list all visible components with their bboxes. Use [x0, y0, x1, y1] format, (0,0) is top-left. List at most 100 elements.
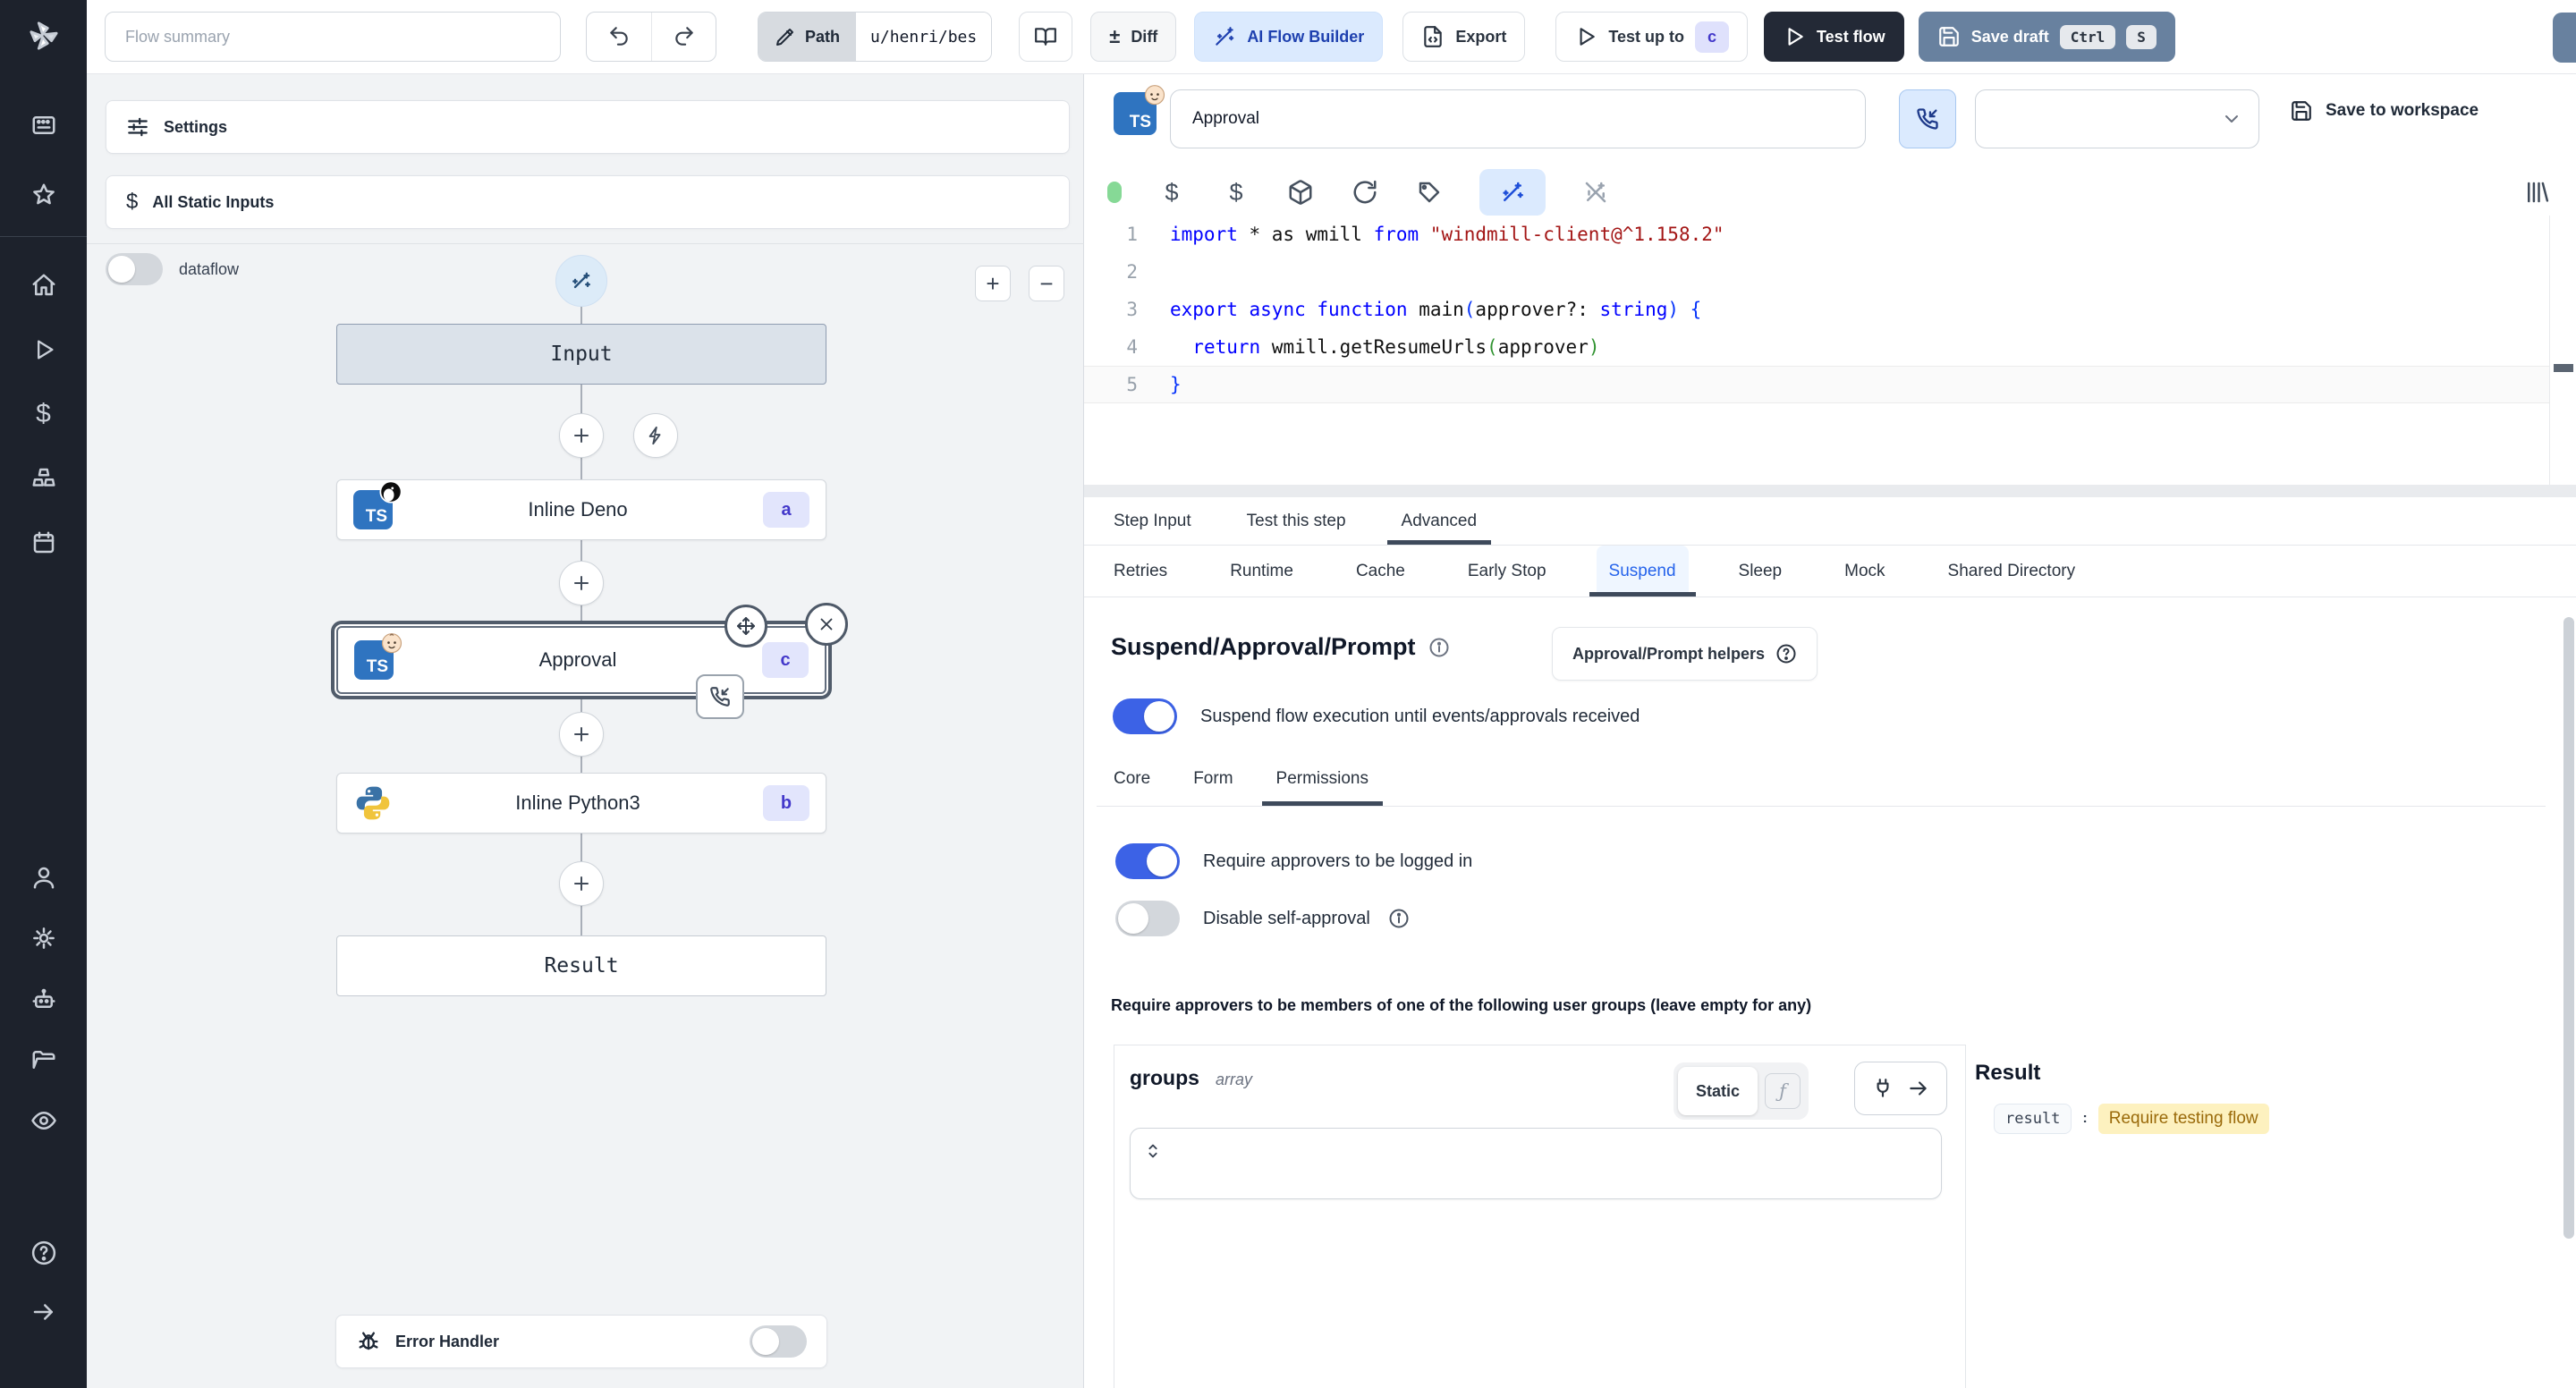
flow-node-inline-deno[interactable]: TS Inline Deno a [336, 479, 826, 540]
add-step-button[interactable] [559, 413, 604, 458]
ai-flow-builder-button[interactable]: AI Flow Builder [1194, 12, 1384, 62]
tab-advanced[interactable]: Advanced [1386, 497, 1491, 545]
undo-button[interactable] [587, 13, 651, 61]
flow-summary-input[interactable] [105, 12, 561, 62]
zoom-in-button[interactable]: + [975, 266, 1011, 301]
code-line[interactable]: 2 [1084, 253, 2549, 291]
folders-icon[interactable] [26, 1042, 62, 1078]
static-mode-button[interactable]: Static [1678, 1067, 1758, 1115]
workers-robot-icon[interactable] [26, 981, 62, 1017]
connect-input-button[interactable] [1854, 1062, 1947, 1115]
docs-book-button[interactable] [1019, 12, 1073, 62]
tab-cache[interactable]: Cache [1343, 546, 1418, 597]
favorites-star-icon[interactable] [26, 177, 62, 213]
windmill-logo[interactable] [22, 14, 65, 57]
code-line[interactable]: 1 import * as wmill from "windmill-client… [1084, 216, 2549, 253]
panel-resize-handle[interactable] [1084, 485, 2576, 497]
apps-icon[interactable] [26, 107, 62, 143]
export-button[interactable]: Export [1402, 12, 1526, 62]
save-draft-button[interactable]: Save draft Ctrl S [1918, 12, 2175, 62]
tab-step-input[interactable]: Step Input [1114, 497, 1191, 545]
test-up-to-button[interactable]: Test up to c [1555, 12, 1749, 62]
code-line[interactable]: 3 export async function main(approver?: s… [1084, 291, 2549, 328]
scrollbar-thumb[interactable] [2563, 617, 2574, 1239]
tab-permissions[interactable]: Permissions [1261, 751, 1384, 806]
tab-suspend[interactable]: Suspend [1589, 546, 1696, 597]
groups-array-input[interactable] [1130, 1128, 1942, 1199]
package-icon[interactable] [1286, 178, 1315, 207]
path-button[interactable]: Path u/henri/bes [758, 12, 993, 62]
error-handler-toggle[interactable] [750, 1325, 807, 1358]
function-mode-button[interactable]: ƒ [1765, 1073, 1801, 1109]
home-icon[interactable] [26, 267, 62, 303]
ai-assistant-wand-button[interactable] [555, 255, 607, 307]
redo-button[interactable] [651, 13, 716, 61]
collapse-chevrons-icon[interactable] [1143, 1141, 1163, 1161]
resources-dollar-icon[interactable]: $ [1222, 178, 1250, 207]
runs-play-icon[interactable] [26, 332, 62, 368]
info-icon[interactable] [1388, 908, 1410, 929]
tab-early-stop[interactable]: Early Stop [1455, 546, 1559, 597]
delete-step-button[interactable] [805, 603, 848, 646]
test-flow-button[interactable]: Test flow [1764, 12, 1904, 62]
suspend-phone-badge [696, 674, 744, 719]
add-step-button[interactable] [559, 861, 604, 906]
ai-wand-active-button[interactable] [1479, 169, 1546, 216]
library-icon[interactable] [2522, 178, 2551, 207]
flow-node-input[interactable]: Input [336, 324, 826, 385]
tab-form[interactable]: Form [1193, 751, 1233, 806]
code-line[interactable]: 4 return wmill.getResumeUrls(approver) [1084, 328, 2549, 366]
suspend-flow-toggle[interactable] [1113, 698, 1177, 734]
diff-button[interactable]: ± Diff [1090, 12, 1177, 62]
code-line[interactable]: 5} [1084, 366, 2549, 403]
script-version-select[interactable] [1975, 89, 2259, 148]
tab-core[interactable]: Core [1114, 751, 1150, 806]
step-id-badge: c [762, 642, 809, 678]
info-icon[interactable] [1428, 637, 1450, 658]
resources-cubes-icon[interactable] [26, 461, 62, 496]
disable-self-approval-toggle[interactable] [1115, 901, 1180, 936]
all-static-inputs-button[interactable]: $ All Static Inputs [106, 175, 1070, 229]
step-name-input[interactable] [1170, 89, 1866, 148]
move-step-button[interactable] [724, 605, 767, 647]
tab-runtime[interactable]: Runtime [1217, 546, 1306, 597]
groups-result-divider [1965, 1045, 1966, 1388]
require-login-toggle[interactable] [1115, 843, 1180, 879]
variables-dollar-icon[interactable]: $ [26, 396, 62, 432]
code-editor[interactable]: 1 import * as wmill from "windmill-client… [1084, 216, 2549, 485]
windmill-flow-editor: $ Flow summary Path u/henri/bes ± Diff A… [0, 0, 2576, 1388]
save-to-workspace-button[interactable]: Save to workspace [2290, 99, 2479, 123]
add-step-button[interactable] [559, 561, 604, 605]
plus-icon [574, 727, 589, 741]
add-trigger-button[interactable] [633, 413, 678, 458]
tag-icon[interactable] [1415, 178, 1444, 207]
settings-gear-icon[interactable] [26, 920, 62, 956]
expand-sidebar-arrow-icon[interactable] [26, 1294, 62, 1330]
flow-node-approval-selected[interactable]: TS Approval c [336, 603, 848, 719]
tab-shared-directory[interactable]: Shared Directory [1936, 546, 2089, 597]
node-label: Inline Deno [528, 498, 628, 520]
flow-settings-button[interactable]: Settings [106, 100, 1070, 154]
error-handler-card[interactable]: Error Handler [335, 1315, 827, 1368]
editor-overview-ruler[interactable] [2549, 216, 2576, 485]
zoom-out-button[interactable]: − [1029, 266, 1064, 301]
approval-prompt-helpers-button[interactable]: Approval/Prompt helpers [1552, 627, 1818, 681]
path-value: u/henri/bes [856, 13, 992, 61]
variables-dollar-icon[interactable]: $ [1157, 178, 1186, 207]
tab-test-this-step[interactable]: Test this step [1247, 497, 1346, 545]
audit-eye-icon[interactable] [26, 1103, 62, 1138]
add-step-button[interactable] [559, 712, 604, 757]
suspend-phone-button[interactable] [1899, 89, 1956, 148]
tab-mock[interactable]: Mock [1832, 546, 1897, 597]
tab-retries[interactable]: Retries [1101, 546, 1180, 597]
help-icon[interactable] [26, 1235, 62, 1271]
flow-node-result[interactable]: Result [336, 935, 826, 996]
tab-sleep[interactable]: Sleep [1726, 546, 1795, 597]
reload-icon[interactable] [1351, 178, 1379, 207]
deploy-button-partial[interactable] [2553, 13, 2576, 63]
ai-wand-off-icon[interactable] [1581, 178, 1610, 207]
schedules-calendar-icon[interactable] [26, 525, 62, 561]
users-icon[interactable] [26, 859, 62, 895]
dataflow-toggle[interactable] [106, 253, 163, 285]
flow-node-inline-python[interactable]: Inline Python3 b [336, 773, 826, 834]
